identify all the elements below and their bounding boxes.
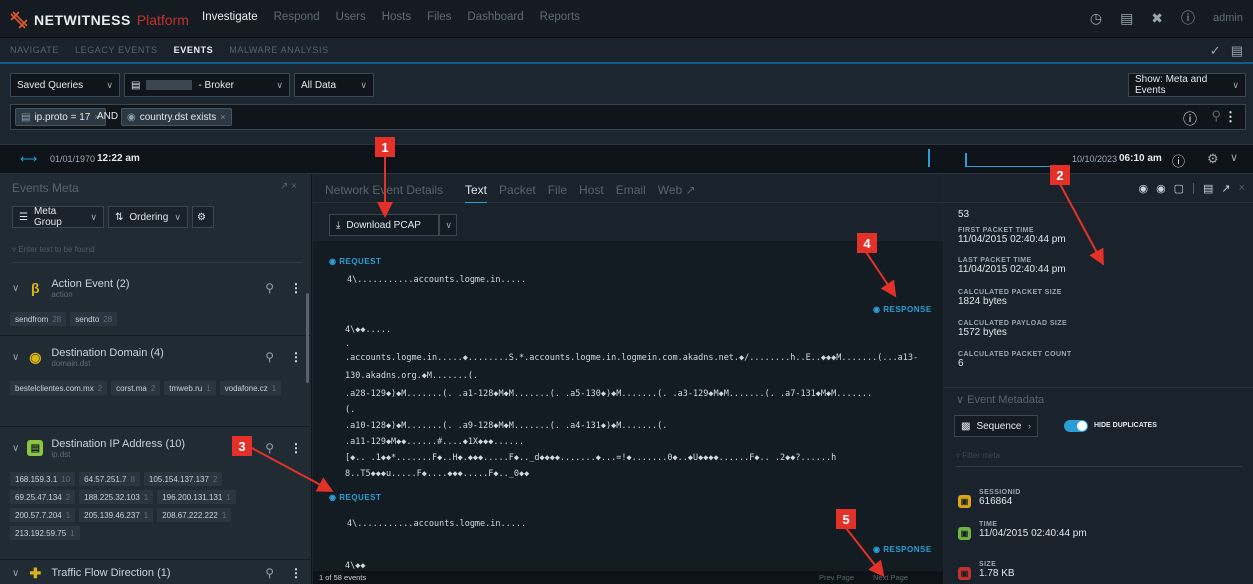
callout-1: 1 bbox=[375, 137, 395, 157]
annotation-arrows bbox=[247, 156, 1104, 578]
arrow-3 bbox=[247, 445, 334, 492]
callout-5: 5 bbox=[836, 509, 856, 529]
arrow-4 bbox=[865, 251, 897, 298]
arrow-5 bbox=[845, 527, 885, 578]
arrow-2 bbox=[1059, 183, 1104, 266]
callout-4: 4 bbox=[857, 233, 877, 253]
callout-3: 3 bbox=[232, 436, 252, 456]
callout-2: 2 bbox=[1050, 165, 1070, 185]
